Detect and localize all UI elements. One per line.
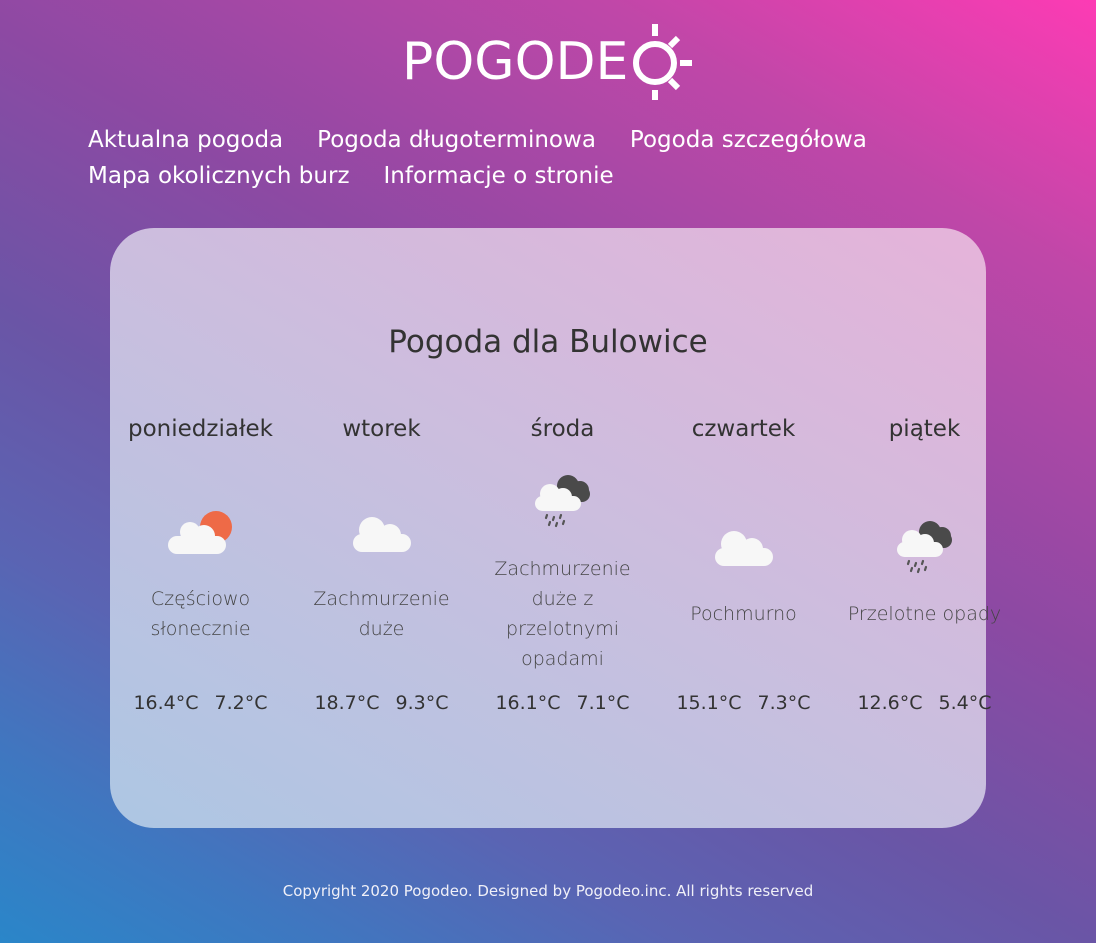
main-nav: Aktualna pogoda Pogoda długoterminowa Po…	[88, 122, 908, 194]
weather-description: Zachmurzenie duże z przelotnymi opadami	[494, 558, 631, 670]
temperature-range: 16.4°C 7.2°C	[110, 692, 291, 714]
temperature-range: 12.6°C 5.4°C	[834, 692, 1015, 714]
temperature-range: 15.1°C 7.3°C	[653, 692, 834, 714]
partly-sunny-icon	[167, 511, 232, 554]
nav-link-about[interactable]: Informacje o stronie	[384, 163, 614, 189]
rain-cloud-icon	[534, 475, 590, 528]
cloud-icon	[352, 517, 411, 552]
forecast-card: Pogoda dla Bulowice poniedziałek Częścio…	[110, 228, 1001, 828]
day-name: piątek	[888, 416, 961, 442]
temp-max: 16.1°C	[495, 692, 561, 714]
forecast-title: Pogoda dla Bulowice	[388, 324, 708, 360]
weather-description: Zachmurzenie duże	[313, 588, 450, 640]
logo-text: POGODE	[402, 32, 629, 92]
rain-cloud-icon	[896, 521, 952, 574]
logo[interactable]: POGODE	[402, 24, 694, 102]
temp-max: 16.4°C	[133, 692, 199, 714]
day-name: poniedziałek	[128, 416, 273, 442]
day-name: wtorek	[342, 416, 421, 442]
temp-max: 12.6°C	[857, 692, 923, 714]
temp-min: 7.2°C	[214, 692, 268, 714]
weather-description: Przelotne opady	[847, 603, 1002, 625]
temp-min: 7.1°C	[576, 692, 630, 714]
cloud-icon	[714, 531, 773, 566]
nav-link-storm-map[interactable]: Mapa okolicznych burz	[88, 163, 350, 189]
temperature-range: 18.7°C 9.3°C	[291, 692, 472, 714]
weather-description: Pochmurno	[690, 603, 797, 625]
temperature-range: 16.1°C 7.1°C	[472, 692, 653, 714]
nav-link-long-term[interactable]: Pogoda długoterminowa	[317, 127, 596, 153]
weather-description: Częściowo słonecznie	[150, 588, 251, 640]
temp-max: 15.1°C	[676, 692, 742, 714]
footer-copyright: Copyright 2020 Pogodeo. Designed by Pogo…	[282, 882, 814, 900]
temp-max: 18.7°C	[314, 692, 380, 714]
temp-min: 9.3°C	[395, 692, 449, 714]
nav-link-current[interactable]: Aktualna pogoda	[88, 127, 283, 153]
day-name: środa	[530, 416, 595, 442]
temp-min: 5.4°C	[938, 692, 992, 714]
nav-link-detailed[interactable]: Pogoda szczegółowa	[630, 127, 867, 153]
temp-min: 7.3°C	[757, 692, 811, 714]
sun-logo-icon	[633, 24, 692, 100]
day-name: czwartek	[691, 416, 796, 442]
nav-row-2: Mapa okolicznych burz Informacje o stron…	[88, 158, 908, 194]
nav-row-1: Aktualna pogoda Pogoda długoterminowa Po…	[88, 122, 908, 158]
